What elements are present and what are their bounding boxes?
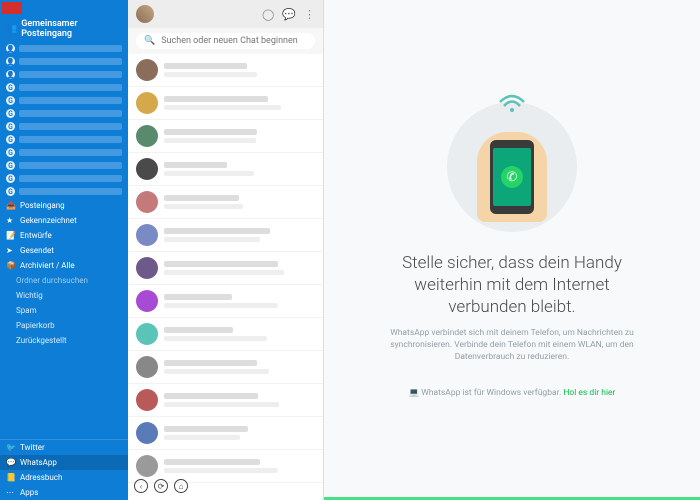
sidebar-subfolder[interactable]: Papierkorb [0, 318, 128, 333]
home-icon[interactable]: ⌂ [174, 479, 188, 493]
main-title: Stelle sicher, dass dein Handy weiterhin… [382, 252, 642, 318]
sidebar-subfolder[interactable]: Zurückgestellt [0, 333, 128, 348]
chat-search: 🔍 [128, 28, 323, 54]
folder-search-input[interactable] [16, 276, 122, 285]
back-icon[interactable]: ‹ [134, 479, 148, 493]
sidebar-header[interactable]: 👥 Gemeinsamer Posteingang [0, 16, 128, 42]
wifi-icon [497, 94, 527, 119]
main-panel: ✆ Stelle sicher, dass dein Handy weiterh… [324, 0, 700, 500]
chat-header: ◯ 💬 ⋮ [128, 0, 323, 28]
download-link[interactable]: Hol es dir hier [563, 388, 615, 398]
sidebar-folder[interactable]: 📥Posteingang [0, 198, 128, 213]
chat-item[interactable] [128, 219, 323, 252]
sidebar-app-adressbuch[interactable]: 📒Adressbuch [0, 470, 128, 485]
people-icon: 👥 [6, 24, 17, 34]
sidebar-account[interactable]: G [0, 159, 128, 172]
sidebar-account[interactable]: G [0, 120, 128, 133]
sidebar-account[interactable]: G [0, 107, 128, 120]
chat-item[interactable] [128, 87, 323, 120]
sidebar-account[interactable]: G [0, 172, 128, 185]
sidebar-account[interactable]: 👤 [0, 55, 128, 68]
sidebar-folder[interactable]: ➤Gesendet [0, 243, 128, 258]
user-avatar[interactable] [136, 5, 154, 23]
search-icon: 🔍 [144, 36, 155, 46]
refresh-icon[interactable]: ⟳ [154, 479, 168, 493]
chat-item[interactable] [128, 153, 323, 186]
sidebar-account[interactable]: G [0, 146, 128, 159]
sidebar-app-whatsapp[interactable]: 💬WhatsApp [0, 455, 128, 470]
sidebar-app-apps[interactable]: ⋯Apps [0, 485, 128, 500]
chat-column: ◯ 💬 ⋮ 🔍 [128, 0, 324, 500]
sidebar-account[interactable]: 👤 [0, 42, 128, 55]
sidebar-subfolder[interactable]: Wichtig [0, 288, 128, 303]
new-chat-icon[interactable]: 💬 [282, 8, 296, 21]
chat-item[interactable] [128, 54, 323, 87]
connection-illustration: ✆ [447, 102, 577, 232]
app-logo [2, 2, 22, 14]
chat-item[interactable] [128, 351, 323, 384]
sidebar-app-twitter[interactable]: 🐦Twitter [0, 440, 128, 455]
chat-list [128, 54, 323, 500]
menu-icon[interactable]: ⋮ [304, 8, 315, 21]
sidebar-account[interactable]: G [0, 81, 128, 94]
chat-item[interactable] [128, 417, 323, 450]
sidebar-folder[interactable]: 📝Entwürfe [0, 228, 128, 243]
download-notice: 💻 WhatsApp ist für Windows verfügbar. Ho… [409, 388, 616, 398]
sidebar-folder[interactable]: ★Gekennzeichnet [0, 213, 128, 228]
chat-item[interactable] [128, 318, 323, 351]
sidebar-account[interactable]: 👤 [0, 68, 128, 81]
footer-controls: ‹ ⟳ ⌂ [130, 475, 192, 497]
sidebar-folder[interactable]: 📦Archiviert / Alle [0, 258, 128, 273]
sidebar-account[interactable]: G [0, 185, 128, 198]
whatsapp-icon: ✆ [501, 166, 523, 188]
sidebar-account[interactable]: G [0, 133, 128, 146]
status-icon[interactable]: ◯ [262, 8, 274, 21]
main-subtitle: WhatsApp verbindet sich mit deinem Telef… [382, 328, 642, 364]
sidebar-title: Gemeinsamer Posteingang [21, 19, 122, 39]
chat-item[interactable] [128, 252, 323, 285]
chat-item[interactable] [128, 285, 323, 318]
chat-item[interactable] [128, 186, 323, 219]
chat-item[interactable] [128, 384, 323, 417]
sidebar: 👥 Gemeinsamer Posteingang 👤👤👤GGGGGGGGG 📥… [0, 0, 128, 500]
chat-item[interactable] [128, 120, 323, 153]
sidebar-subfolder[interactable]: Spam [0, 303, 128, 318]
folder-search[interactable] [0, 273, 128, 288]
chat-search-input[interactable] [161, 36, 307, 46]
sidebar-account[interactable]: G [0, 94, 128, 107]
